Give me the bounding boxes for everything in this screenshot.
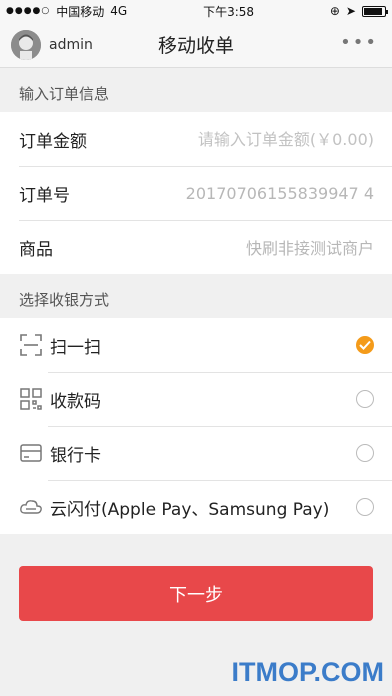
radio-unselected-icon[interactable] [356,444,374,462]
status-bar: ●●●●○ 中国移动 4G 下午3:58 ⊕ ➤ [0,0,392,22]
merchant-value: 快刷非接测试商户 [245,239,374,258]
amount-row: 订单金额 [0,112,392,166]
scan-icon [19,333,43,357]
carrier-name: 中国移动 [56,4,105,19]
watermark-logo: ITMOP.COM [231,657,384,687]
order-section-label: 输入订单信息 [19,85,110,103]
rotation-lock-icon: ⊕ [329,4,340,18]
payment-method-label: 云闪付(Apple Pay、Samsung Pay) [50,499,330,520]
bank-card-icon [19,441,43,465]
signal-strength-icon: ●●●●○ [6,6,51,16]
clock: 下午3:58 [203,4,255,19]
user-avatar-icon [11,29,41,60]
amount-label: 订单金额 [19,131,87,152]
radio-unselected-icon[interactable] [356,390,374,408]
radio-selected-icon[interactable] [356,336,374,354]
merchant-row: 商品 快刷非接测试商户 [0,220,392,274]
payment-method-label: 收款码 [50,391,101,412]
merchant-label: 商品 [19,239,53,260]
payment-methods-group: 扫一扫 收款码 银行卡 云闪付(Apple Pay、Samsung Pay) [0,318,392,534]
payment-method-qr[interactable]: 收款码 [0,372,392,426]
next-step-button[interactable]: 下一步 [19,566,373,621]
radio-unselected-icon[interactable] [356,498,374,516]
username: admin [49,36,93,53]
qr-code-icon [19,387,43,411]
avatar[interactable] [11,29,41,60]
amount-input[interactable] [139,129,374,149]
battery-icon [361,5,388,17]
cloud-pay-icon [19,495,43,519]
more-icon[interactable]: ••• [340,34,378,52]
payment-method-card[interactable]: 银行卡 [0,426,392,480]
location-icon: ➤ [345,4,356,18]
payment-method-label: 银行卡 [50,445,101,466]
payment-method-label: 扫一扫 [50,337,101,358]
nav-bar: admin 移动收单 ••• [0,22,392,68]
payment-method-cloud-pay[interactable]: 云闪付(Apple Pay、Samsung Pay) [0,480,392,534]
payment-method-scan[interactable]: 扫一扫 [0,318,392,372]
order-number-value: 20170706155839947 4 [185,183,374,203]
payment-section-label: 选择收银方式 [19,291,110,309]
order-number-label: 订单号 [19,185,70,206]
order-info-group: 订单金额 订单号 20170706155839947 4 商品 快刷非接测试商户 [0,112,392,274]
network-type: 4G [110,4,128,18]
order-number-row: 订单号 20170706155839947 4 [0,166,392,220]
